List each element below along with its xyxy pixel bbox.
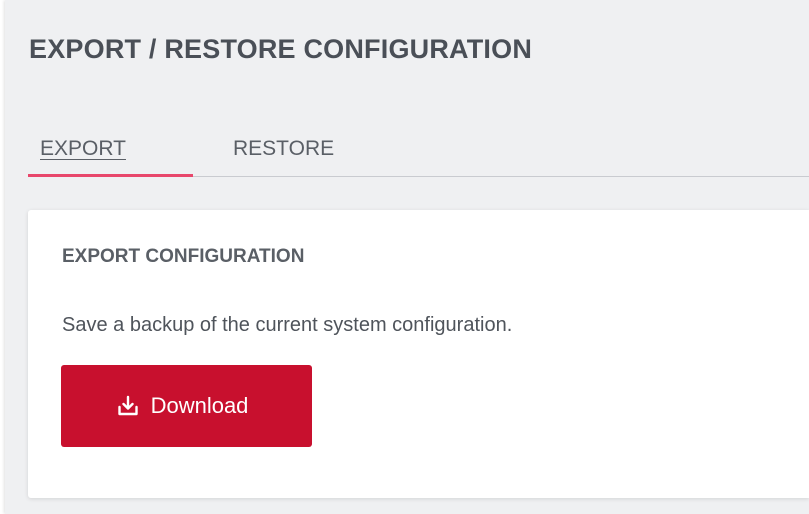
download-button-label: Download bbox=[150, 393, 249, 418]
card-description: Save a backup of the current system conf… bbox=[62, 314, 513, 336]
card-title: EXPORT CONFIGURATION bbox=[62, 246, 305, 267]
main-panel: EXPORT / RESTORE CONFIGURATION EXPORT RE… bbox=[5, 0, 809, 514]
tab-bar: EXPORT RESTORE bbox=[28, 110, 809, 177]
download-icon bbox=[117, 395, 139, 417]
export-configuration-card: EXPORT CONFIGURATION Save a backup of th… bbox=[28, 210, 809, 498]
tab-export-label: EXPORT bbox=[40, 137, 126, 160]
page-title: EXPORT / RESTORE CONFIGURATION bbox=[29, 34, 533, 64]
active-tab-indicator bbox=[28, 174, 193, 177]
tab-restore[interactable]: RESTORE bbox=[204, 110, 364, 176]
tab-export[interactable]: EXPORT bbox=[28, 110, 193, 176]
download-button[interactable]: Download bbox=[61, 365, 312, 447]
tab-restore-label: RESTORE bbox=[233, 137, 335, 160]
